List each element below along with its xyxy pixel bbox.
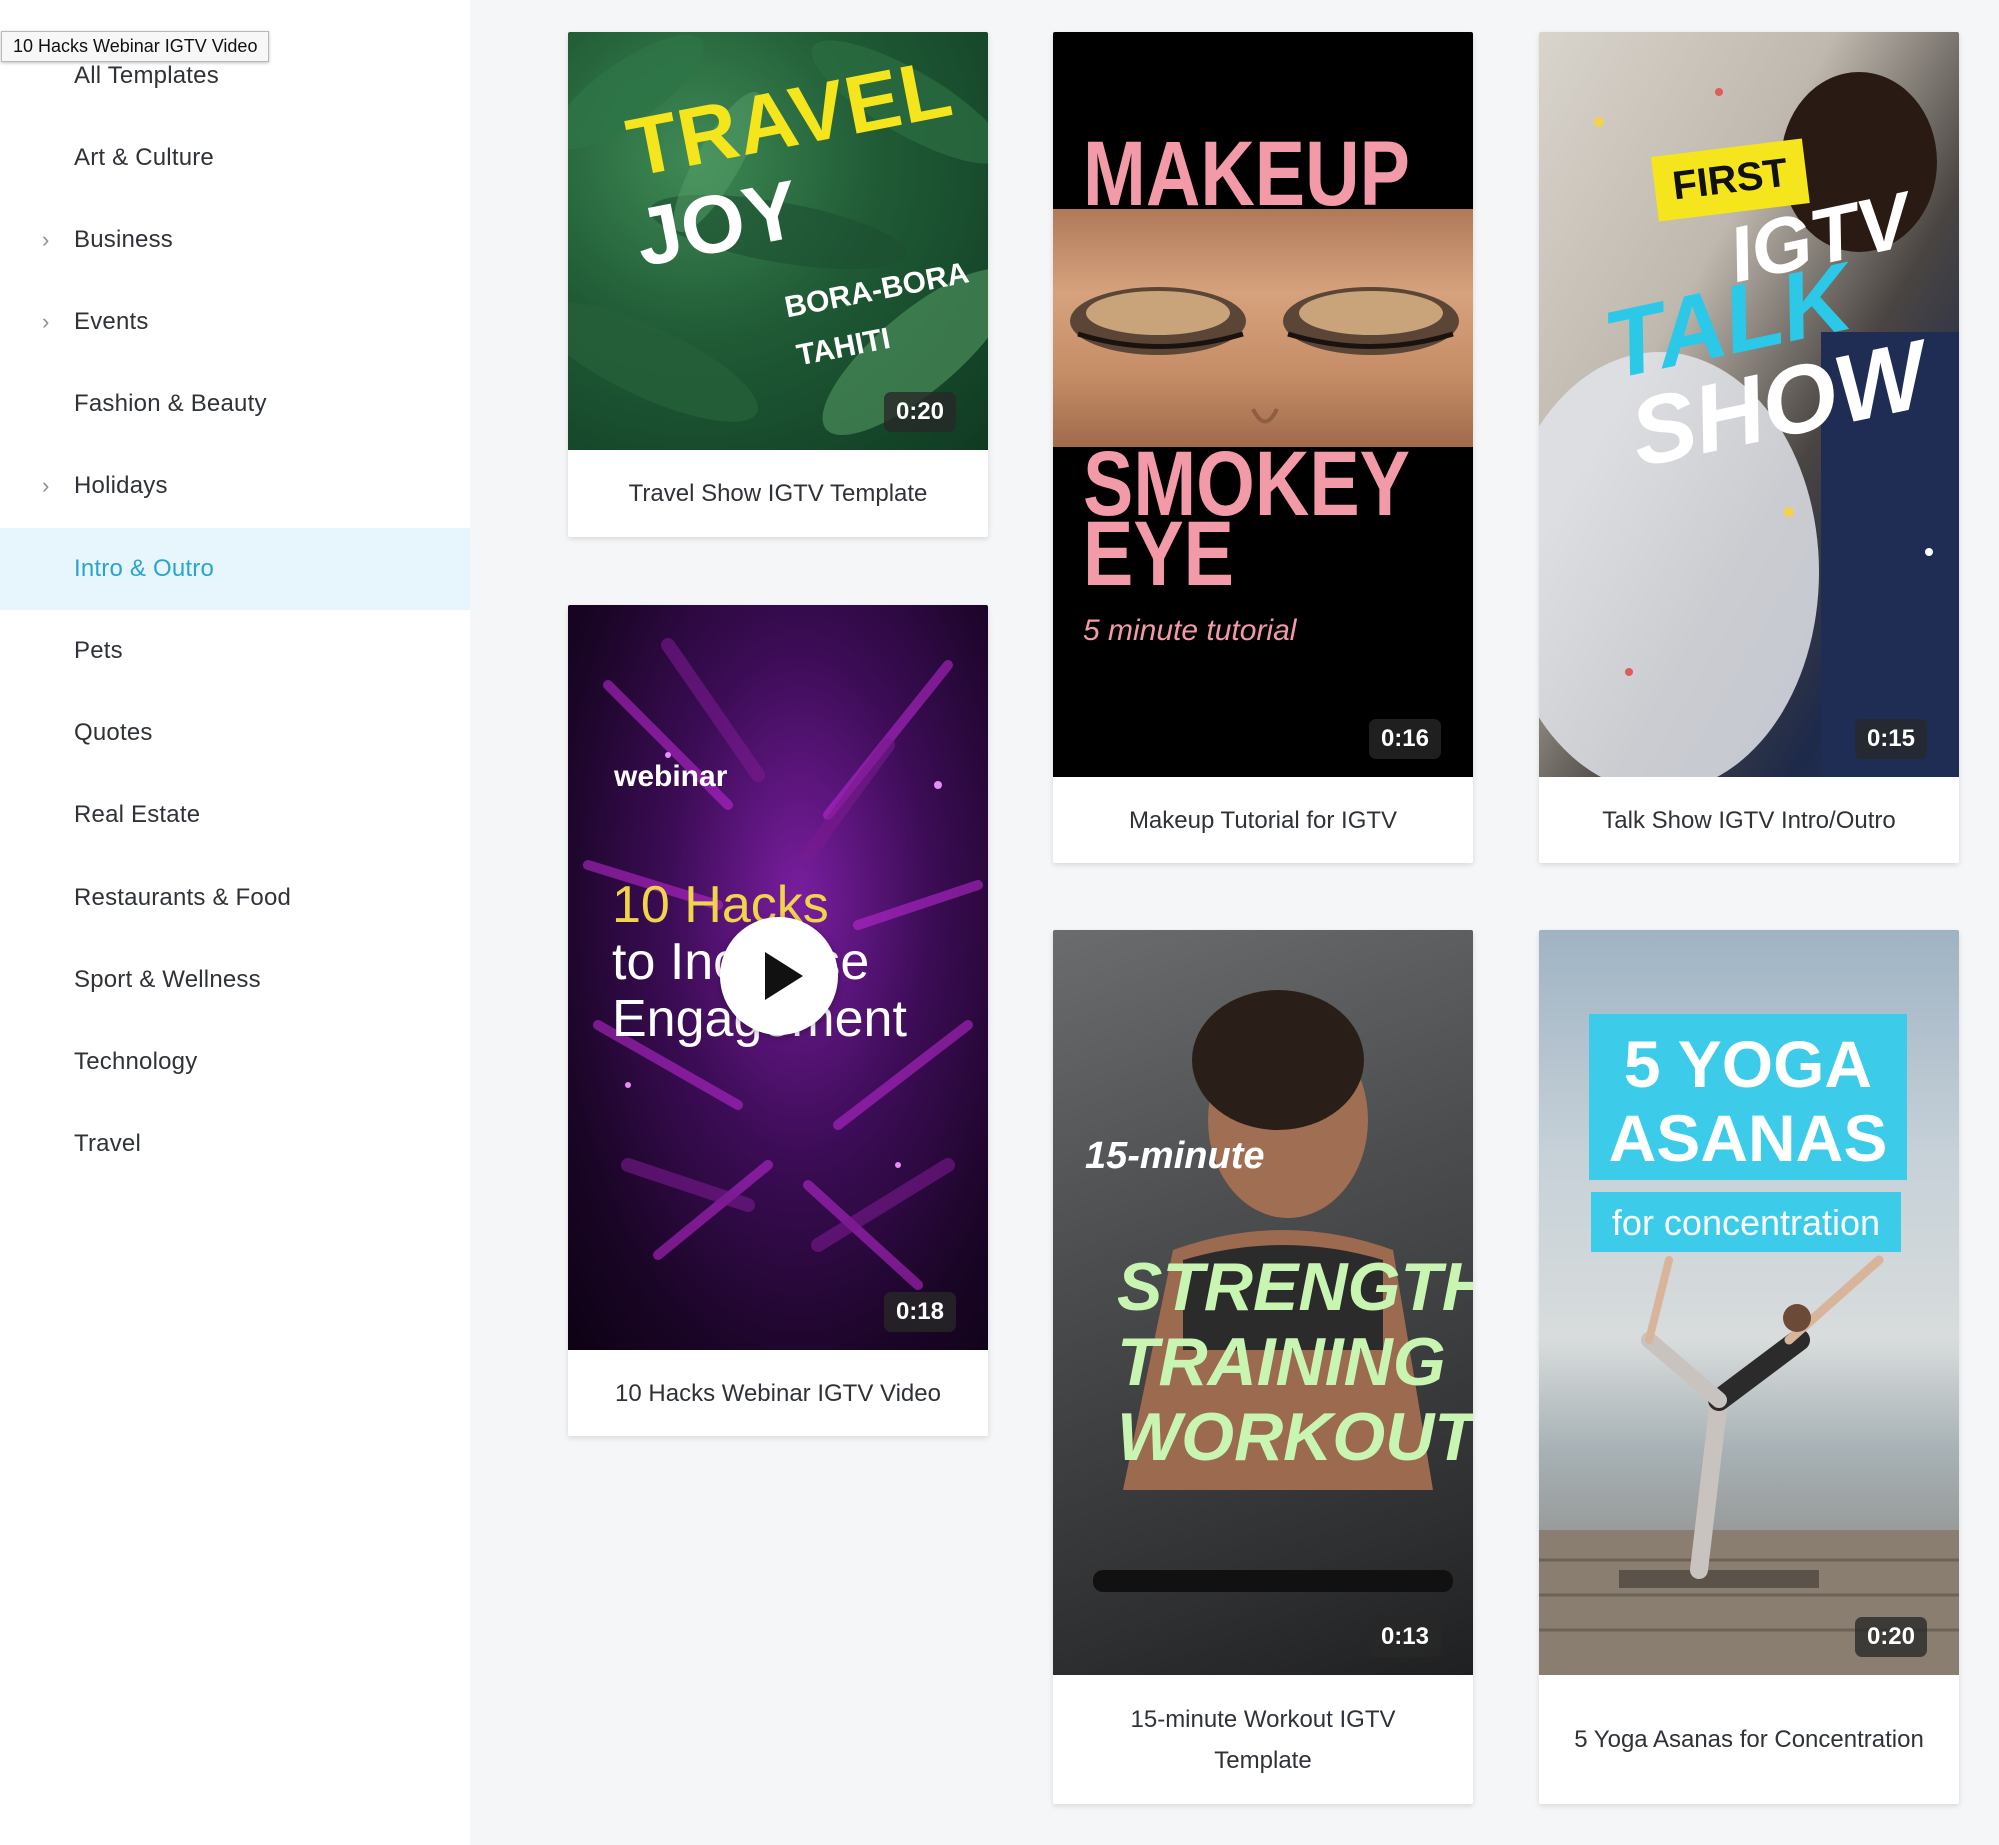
template-thumbnail[interactable]: 5 YOGA ASANAS for concentration 0:20	[1539, 930, 1959, 1675]
duration-badge: 0:20	[883, 392, 956, 432]
template-thumbnail[interactable]: TRAVEL JOY BORA-BORA TAHITI 0:20	[568, 32, 988, 450]
template-title[interactable]: 10 Hacks Webinar IGTV Video	[568, 1350, 988, 1436]
template-title[interactable]: Talk Show IGTV Intro/Outro	[1539, 777, 1959, 863]
sidebar-item-sport-wellness[interactable]: Sport & Wellness	[0, 939, 470, 1021]
sidebar-item-quotes[interactable]: Quotes	[0, 692, 470, 774]
overlay-title: WORKOUT	[1117, 1399, 1473, 1475]
sidebar-item-label: Quotes	[74, 719, 153, 746]
sidebar-item-label: Holidays	[74, 472, 168, 499]
sidebar-item-holidays[interactable]: › Holidays	[0, 445, 470, 527]
overlay-title: ASANAS	[1608, 1101, 1888, 1175]
sidebar-item-fashion-beauty[interactable]: Fashion & Beauty	[0, 363, 470, 445]
template-card-yoga[interactable]: 5 YOGA ASANAS for concentration 0:20 5 Y…	[1539, 930, 1959, 1804]
overlay-title: EYE	[1083, 503, 1234, 605]
template-card-webinar[interactable]: webinar 10 Hacks to Increase Engagement …	[568, 605, 988, 1436]
sidebar-item-label: Fashion & Beauty	[74, 390, 267, 417]
overlay-tag: webinar	[614, 760, 728, 793]
template-title[interactable]: 5 Yoga Asanas for Concentration	[1539, 1675, 1959, 1804]
template-title[interactable]: Travel Show IGTV Template	[568, 450, 988, 537]
overlay-title: TRAINING	[1117, 1324, 1446, 1400]
sidebar-item-label: Intro & Outro	[74, 555, 214, 582]
sidebar-item-label: Events	[74, 308, 149, 335]
template-thumbnail[interactable]: MAKEUP SMOKEY EYE 5 minute tutorial 0:16	[1053, 32, 1473, 777]
overlay-subtitle: 15-minute	[1085, 1135, 1265, 1177]
category-sidebar: All Templates Art & Culture › Business ›…	[0, 0, 470, 1845]
sidebar-item-travel[interactable]: Travel	[0, 1103, 470, 1185]
sidebar-item-business[interactable]: › Business	[0, 199, 470, 281]
eyes-illustration	[1070, 287, 1459, 424]
duration-badge: 0:16	[1368, 719, 1441, 759]
sidebar-item-label: Sport & Wellness	[74, 966, 261, 993]
overlay-subtitle: for concentration	[1611, 1202, 1881, 1243]
template-thumbnail[interactable]: FIRST IGTV TALK SHOW 0:15	[1539, 32, 1959, 777]
sidebar-item-label: Real Estate	[74, 801, 201, 828]
chevron-right-icon[interactable]: ›	[42, 229, 49, 251]
overlay-title: STRENGTH	[1117, 1249, 1473, 1325]
sidebar-item-label: Technology	[74, 1048, 198, 1075]
sidebar-item-label: Pets	[74, 637, 123, 664]
template-title[interactable]: Makeup Tutorial for IGTV	[1053, 777, 1473, 863]
duration-badge: 0:13	[1368, 1617, 1441, 1657]
overlay-subtitle: 5 minute tutorial	[1083, 614, 1297, 647]
duration-badge: 0:18	[883, 1292, 956, 1332]
sidebar-item-label: Restaurants & Food	[74, 884, 292, 911]
sidebar-item-pets[interactable]: Pets	[0, 610, 470, 692]
overlay-title: 5 YOGA	[1623, 1027, 1873, 1101]
template-card-workout[interactable]: 15-minute STRENGTH TRAINING WORKOUT 0:13…	[1053, 930, 1473, 1804]
sidebar-item-label: Art & Culture	[74, 144, 214, 171]
template-title[interactable]: 15-minute Workout IGTV Template	[1053, 1675, 1473, 1804]
sidebar-item-restaurants-food[interactable]: Restaurants & Food	[0, 857, 470, 939]
play-icon[interactable]	[720, 917, 838, 1035]
duration-badge: 0:20	[1854, 1617, 1927, 1657]
sidebar-item-events[interactable]: › Events	[0, 281, 470, 363]
sidebar-item-technology[interactable]: Technology	[0, 1021, 470, 1103]
template-card-talkshow[interactable]: FIRST IGTV TALK SHOW 0:15 Talk Show IGTV…	[1539, 32, 1959, 863]
tooltip: 10 Hacks Webinar IGTV Video	[1, 31, 270, 62]
chevron-right-icon[interactable]: ›	[42, 475, 49, 497]
template-card-travel[interactable]: TRAVEL JOY BORA-BORA TAHITI 0:20 Travel …	[568, 32, 988, 537]
chevron-right-icon[interactable]: ›	[42, 311, 49, 333]
sidebar-item-real-estate[interactable]: Real Estate	[0, 774, 470, 856]
sidebar-item-intro-outro[interactable]: Intro & Outro	[0, 528, 470, 610]
sidebar-item-label: Travel	[74, 1130, 141, 1157]
sidebar-item-art-culture[interactable]: Art & Culture	[0, 117, 470, 199]
template-card-makeup[interactable]: MAKEUP SMOKEY EYE 5 minute tutorial 0:16…	[1053, 32, 1473, 863]
eyes-photo	[1053, 209, 1473, 447]
template-thumbnail[interactable]: 15-minute STRENGTH TRAINING WORKOUT 0:13	[1053, 930, 1473, 1675]
template-thumbnail[interactable]: webinar 10 Hacks to Increase Engagement …	[568, 605, 988, 1350]
sidebar-item-label: All Templates	[74, 62, 219, 89]
duration-badge: 0:15	[1854, 719, 1927, 759]
sidebar-item-label: Business	[74, 226, 173, 253]
overlay-title: MAKEUP	[1083, 123, 1410, 225]
